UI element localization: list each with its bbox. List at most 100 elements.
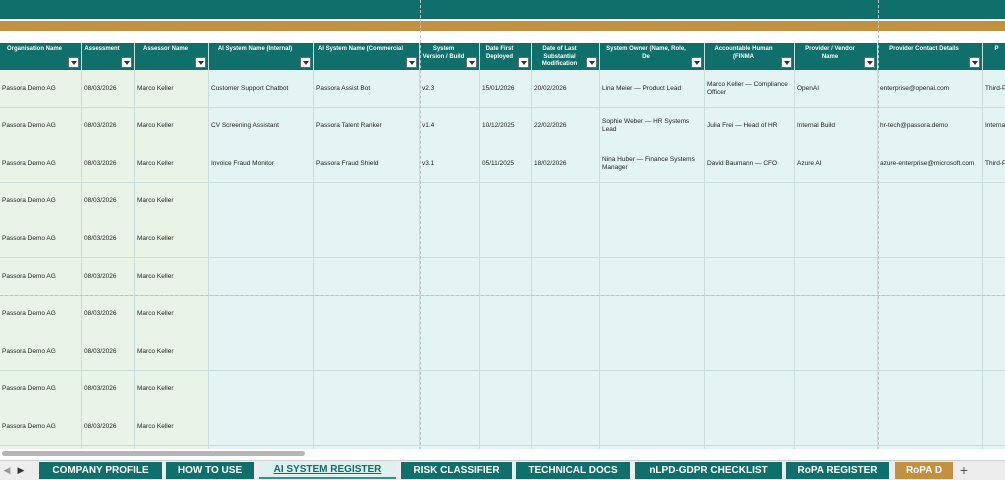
prev-sheet-arrow-icon[interactable]: ◀ (0, 460, 14, 480)
add-sheet-button[interactable]: + (953, 460, 975, 480)
table-cell[interactable]: 08/03/2026 (82, 220, 135, 259)
table-cell[interactable] (532, 333, 600, 372)
table-cell[interactable]: Marco Keller (135, 145, 209, 184)
column-header[interactable]: Date First Deployed (480, 43, 532, 70)
table-cell[interactable] (705, 408, 795, 447)
table-cell[interactable] (878, 295, 983, 334)
filter-dropdown-icon[interactable] (466, 57, 477, 68)
table-cell[interactable]: CV Screening Assistant (209, 107, 314, 146)
table-cell[interactable] (795, 182, 878, 221)
table-cell[interactable] (795, 333, 878, 372)
table-cell[interactable]: Azure AI (795, 145, 878, 184)
table-cell[interactable]: 08/03/2026 (82, 107, 135, 146)
table-cell[interactable] (983, 182, 1005, 221)
table-cell[interactable]: Passora Demo AG (0, 182, 82, 221)
table-cell[interactable] (532, 370, 600, 409)
table-cell[interactable]: Julia Frei — Head of HR (705, 107, 795, 146)
filter-dropdown-icon[interactable] (864, 57, 875, 68)
table-cell[interactable] (795, 295, 878, 334)
table-cell[interactable] (420, 370, 480, 409)
table-cell[interactable]: Interna (983, 107, 1005, 146)
table-cell[interactable] (314, 295, 420, 334)
table-cell[interactable] (532, 220, 600, 259)
table-cell[interactable] (209, 182, 314, 221)
table-cell[interactable] (480, 258, 532, 296)
table-cell[interactable]: Nina Huber — Finance Systems Manager (600, 145, 705, 184)
table-cell[interactable]: Marco Keller (135, 370, 209, 409)
table-cell[interactable]: Marco Keller (135, 258, 209, 296)
table-cell[interactable]: Customer Support Chatbot (209, 70, 314, 108)
column-header[interactable]: System Owner (Name, Role, De (600, 43, 705, 70)
table-cell[interactable]: Marco Keller (135, 107, 209, 146)
table-cell[interactable] (420, 408, 480, 447)
table-cell[interactable] (705, 220, 795, 259)
table-cell[interactable]: 08/03/2026 (82, 295, 135, 334)
table-cell[interactable] (878, 333, 983, 372)
table-cell[interactable]: 08/03/2026 (82, 370, 135, 409)
table-cell[interactable]: hr-tech@passora.demo (878, 107, 983, 146)
table-cell[interactable] (209, 370, 314, 409)
column-header[interactable]: P (983, 43, 1005, 70)
table-cell[interactable]: Passora Demo AG (0, 408, 82, 447)
table-cell[interactable] (878, 370, 983, 409)
column-header[interactable]: AI System Name (Internal) (209, 43, 314, 70)
table-cell[interactable]: 05/11/2025 (480, 145, 532, 184)
table-cell[interactable] (878, 258, 983, 296)
table-cell[interactable]: Passora Demo AG (0, 145, 82, 184)
table-cell[interactable] (983, 370, 1005, 409)
filter-dropdown-icon[interactable] (406, 57, 417, 68)
table-cell[interactable]: Invoice Fraud Monitor (209, 145, 314, 184)
table-cell[interactable]: Marco Keller (135, 295, 209, 334)
filter-dropdown-icon[interactable] (691, 57, 702, 68)
table-cell[interactable] (532, 408, 600, 447)
table-cell[interactable]: Passora Demo AG (0, 333, 82, 372)
table-cell[interactable]: 18/02/2026 (532, 145, 600, 184)
table-cell[interactable]: 08/03/2026 (82, 333, 135, 372)
table-cell[interactable]: Marco Keller (135, 408, 209, 447)
sheet-tab[interactable]: RISK CLASSIFIER (401, 462, 512, 479)
table-cell[interactable]: Sophie Weber — HR Systems Lead (600, 107, 705, 146)
table-cell[interactable]: Third-P (983, 145, 1005, 184)
table-cell[interactable]: Passora Assist Bot (314, 70, 420, 108)
table-cell[interactable] (480, 182, 532, 221)
table-cell[interactable] (420, 220, 480, 259)
table-cell[interactable] (314, 220, 420, 259)
column-header[interactable]: Accountable Human (FINMA (705, 43, 795, 70)
table-cell[interactable] (420, 333, 480, 372)
table-cell[interactable] (480, 408, 532, 447)
table-cell[interactable] (705, 182, 795, 221)
table-cell[interactable]: 08/03/2026 (82, 258, 135, 296)
table-cell[interactable] (314, 333, 420, 372)
table-cell[interactable]: Marco Keller (135, 220, 209, 259)
table-cell[interactable] (420, 258, 480, 296)
table-cell[interactable] (983, 333, 1005, 372)
table-cell[interactable] (532, 182, 600, 221)
table-cell[interactable]: Passora Fraud Shield (314, 145, 420, 184)
column-header[interactable]: System Version / Build (420, 43, 480, 70)
table-cell[interactable] (878, 220, 983, 259)
sheet-tab[interactable]: RoPA D (895, 462, 953, 479)
table-cell[interactable] (878, 182, 983, 221)
table-cell[interactable]: Passora Demo AG (0, 220, 82, 259)
table-cell[interactable]: Marco Keller — Compliance Officer (705, 70, 795, 108)
sheet-tab[interactable]: HOW TO USE (166, 462, 254, 479)
table-cell[interactable]: v2.3 (420, 70, 480, 108)
table-cell[interactable] (420, 182, 480, 221)
table-cell[interactable] (600, 333, 705, 372)
spreadsheet-grid[interactable]: Organisation Name Assessment Assessor Name… (0, 43, 1005, 455)
filter-dropdown-icon[interactable] (121, 57, 132, 68)
table-cell[interactable]: Internal Build (795, 107, 878, 146)
table-cell[interactable] (314, 258, 420, 296)
table-cell[interactable]: 10/12/2025 (480, 107, 532, 146)
table-cell[interactable]: Marco Keller (135, 333, 209, 372)
filter-dropdown-icon[interactable] (195, 57, 206, 68)
filter-dropdown-icon[interactable] (300, 57, 311, 68)
filter-dropdown-icon[interactable] (518, 57, 529, 68)
table-cell[interactable]: Lina Meier — Product Lead (600, 70, 705, 108)
table-cell[interactable] (983, 295, 1005, 334)
table-cell[interactable] (209, 333, 314, 372)
table-cell[interactable] (795, 370, 878, 409)
table-cell[interactable] (209, 258, 314, 296)
table-cell[interactable]: Marco Keller (135, 182, 209, 221)
table-cell[interactable] (878, 408, 983, 447)
